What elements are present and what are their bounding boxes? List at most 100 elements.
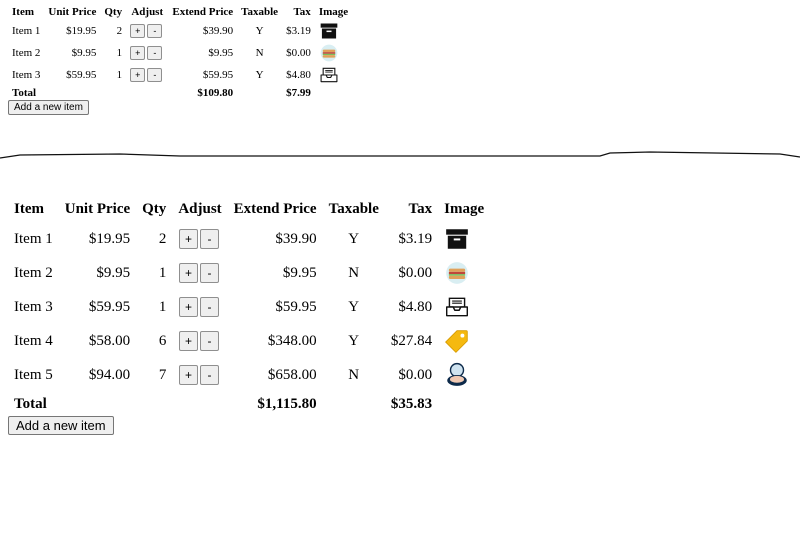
qty: 1	[158, 264, 167, 281]
header-qty: Qty	[142, 200, 167, 217]
tax: $0.00	[286, 47, 311, 59]
item-name: Item 4	[14, 332, 53, 349]
taxable: Y	[348, 332, 360, 349]
qty: 2	[158, 230, 167, 247]
table-row: Item 5 $94.00 7 + - $658.00 N $0.00	[8, 358, 490, 392]
qty: 7	[158, 366, 167, 383]
unit-price: $19.95	[66, 25, 97, 37]
table-row: Item 4 $58.00 6 + - $348.00 Y $27.84	[8, 324, 490, 358]
header-tax: Tax	[293, 6, 311, 18]
decrease-qty-button[interactable]: -	[200, 297, 219, 317]
decrease-qty-button[interactable]: -	[200, 263, 219, 283]
large-cart-table: Item Unit Price Qty Adjust Extend Price …	[8, 196, 490, 416]
tax: $3.19	[398, 230, 433, 247]
inbox-tray-icon	[315, 64, 352, 86]
taxable: Y	[255, 69, 264, 81]
decrease-qty-button[interactable]: -	[147, 24, 163, 38]
extend-price: $59.95	[275, 298, 317, 315]
extend-price: $9.95	[282, 264, 317, 281]
unit-price: $59.95	[88, 298, 131, 315]
table-row: Item 3 $59.95 1 + - $59.95 Y $4.80	[8, 64, 352, 86]
total-label: Total	[14, 395, 47, 412]
increase-qty-button[interactable]: +	[130, 24, 146, 38]
decrease-qty-button[interactable]: -	[147, 68, 163, 82]
increase-qty-button[interactable]: +	[178, 263, 198, 283]
table-row: Item 2 $9.95 1 + - $9.95 N $0.00	[8, 42, 352, 64]
total-tax: $7.99	[286, 87, 311, 99]
decrease-qty-button[interactable]: -	[200, 365, 219, 385]
header-extend-price: Extend Price	[233, 200, 317, 217]
add-item-button[interactable]: Add a new item	[8, 100, 89, 115]
decrease-qty-button[interactable]: -	[200, 229, 219, 249]
increase-qty-button[interactable]: +	[178, 229, 198, 249]
tax: $0.00	[398, 366, 433, 383]
table-row: Item 1 $19.95 2 + - $39.90 Y $3.19	[8, 20, 352, 42]
add-item-button[interactable]: Add a new item	[8, 416, 114, 435]
qty: 1	[116, 69, 123, 81]
increase-qty-button[interactable]: +	[178, 365, 198, 385]
table-row: Item 1 $19.95 2 + - $39.90 Y $3.19	[8, 222, 490, 256]
header-item: Item	[14, 200, 44, 217]
price-tag-icon	[438, 324, 490, 358]
tax: $4.80	[286, 69, 311, 81]
item-name: Item 1	[12, 25, 41, 37]
header-row: Item Unit Price Qty Adjust Extend Price …	[8, 196, 490, 222]
table-row: Item 3 $59.95 1 + - $59.95 Y $4.80	[8, 290, 490, 324]
item-name: Item 5	[14, 366, 53, 383]
archive-box-icon	[315, 20, 352, 42]
header-image: Image	[318, 6, 349, 18]
item-name: Item 3	[14, 298, 53, 315]
header-extend-price: Extend Price	[172, 6, 234, 18]
small-cart-table: Item Unit Price Qty Adjust Extend Price …	[8, 4, 352, 100]
adjust-cell: + -	[172, 256, 227, 290]
total-extend-price: $1,115.80	[257, 395, 317, 412]
tax: $4.80	[398, 298, 433, 315]
page: Item Unit Price Qty Adjust Extend Price …	[0, 0, 800, 534]
header-qty: Qty	[104, 6, 123, 18]
compact-powder-icon	[438, 358, 490, 392]
header-adjust: Adjust	[131, 6, 164, 18]
header-unit-price: Unit Price	[48, 6, 97, 18]
item-name: Item 1	[14, 230, 53, 247]
extend-price: $39.90	[202, 25, 234, 37]
increase-qty-button[interactable]: +	[130, 46, 146, 60]
qty: 6	[158, 332, 167, 349]
increase-qty-button[interactable]: +	[178, 331, 198, 351]
item-name: Item 2	[12, 47, 41, 59]
total-extend-price: $109.80	[197, 87, 234, 99]
total-row: Total $1,115.80 $35.83	[8, 392, 490, 416]
adjust-cell: + -	[172, 290, 227, 324]
header-image: Image	[444, 200, 485, 217]
unit-price: $94.00	[88, 366, 131, 383]
inbox-tray-icon	[438, 290, 490, 324]
extend-price: $348.00	[267, 332, 317, 349]
taxable: Y	[255, 25, 264, 37]
total-row: Total $109.80 $7.99	[8, 86, 352, 100]
adjust-cell: + -	[126, 20, 168, 42]
decrease-qty-button[interactable]: -	[200, 331, 219, 351]
header-tax: Tax	[408, 200, 433, 217]
adjust-cell: + -	[172, 358, 227, 392]
decrease-qty-button[interactable]: -	[147, 46, 163, 60]
taxable: N	[348, 264, 360, 281]
adjust-cell: + -	[172, 222, 227, 256]
table-row: Item 2 $9.95 1 + - $9.95 N $0.00	[8, 256, 490, 290]
qty: 1	[116, 47, 123, 59]
small-cart-panel: Item Unit Price Qty Adjust Extend Price …	[8, 4, 352, 115]
adjust-cell: + -	[172, 324, 227, 358]
adjust-cell: + -	[126, 64, 168, 86]
header-taxable: Taxable	[241, 6, 279, 18]
unit-price: $59.95	[66, 69, 97, 81]
extend-price: $39.90	[275, 230, 317, 247]
archive-box-icon	[438, 222, 490, 256]
unit-price: $19.95	[88, 230, 131, 247]
item-name: Item 2	[14, 264, 53, 281]
qty: 1	[158, 298, 167, 315]
increase-qty-button[interactable]: +	[130, 68, 146, 82]
total-tax: $35.83	[390, 395, 433, 412]
unit-price: $9.95	[96, 264, 131, 281]
taxable: Y	[348, 298, 360, 315]
header-unit-price: Unit Price	[64, 200, 131, 217]
increase-qty-button[interactable]: +	[178, 297, 198, 317]
qty: 2	[116, 25, 123, 37]
